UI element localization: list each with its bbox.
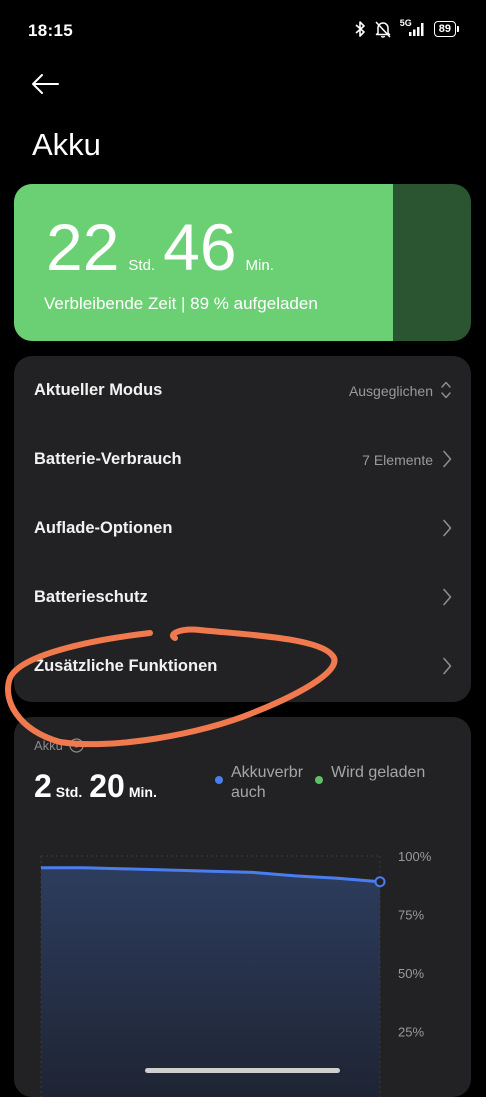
chevron-right-icon [443, 519, 452, 537]
battery-level-chart: 100% 75% 50% 25% [40, 849, 432, 1097]
current-level-point [374, 876, 386, 888]
remaining-hours: 22 [46, 210, 120, 284]
page-title: Akku [32, 127, 101, 162]
y-tick-label: 75% [398, 908, 424, 923]
series-area [41, 867, 380, 1097]
bell-muted-icon [375, 21, 391, 38]
remaining-minutes: 46 [163, 210, 237, 284]
battery-usage-card: Akku 2 Std. 20 Min. Akkuverbr auch Wird … [14, 717, 471, 1097]
row-label: Batterie-Verbrauch [34, 450, 182, 468]
row-value: Ausgeglichen [348, 382, 433, 399]
hours-unit: Std. [128, 257, 156, 274]
back-button[interactable] [30, 66, 70, 102]
status-icons: 5G 89 [354, 18, 460, 38]
gesture-bar[interactable] [145, 1068, 340, 1073]
row-label: Zusätzliche Funktionen [34, 657, 218, 675]
signal-icon: 5G [400, 18, 426, 38]
chevron-up-down-icon [441, 381, 451, 399]
minutes-unit: Min. [245, 257, 274, 274]
settings-row-battery-protection[interactable]: Batterieschutz [14, 563, 471, 632]
settings-row-current-mode[interactable]: Aktueller Modus Ausgeglichen [14, 356, 471, 425]
y-tick-label: 25% [398, 1025, 424, 1040]
status-bar: 18:15 5G 89 [0, 0, 486, 62]
y-tick-label: 50% [398, 966, 424, 981]
settings-row-charging-options[interactable]: Auflade-Optionen [14, 494, 471, 563]
row-label: Batterieschutz [34, 588, 148, 606]
bluetooth-icon [355, 21, 365, 37]
chevron-right-icon [443, 450, 452, 468]
chevron-right-icon [443, 588, 452, 606]
battery-settings-list: Aktueller Modus Ausgeglichen Batterie-Ve… [14, 356, 471, 702]
row-value: 7 Elemente [362, 451, 433, 468]
settings-row-additional-features[interactable]: Zusätzliche Funktionen [14, 632, 471, 701]
settings-row-battery-usage[interactable]: Batterie-Verbrauch 7 Elemente [14, 425, 471, 494]
row-label: Auflade-Optionen [34, 519, 173, 537]
y-tick-label: 100% [398, 849, 432, 864]
arrow-left-icon [32, 74, 59, 94]
remaining-subtitle: Verbleibende Zeit | 89 % aufgeladen [44, 294, 318, 313]
battery-icon: 89 [433, 21, 460, 37]
status-time: 18:15 [28, 21, 73, 40]
chevron-right-icon [443, 657, 452, 675]
remaining-time: 22 Std. 46 Min. [46, 214, 282, 280]
battery-level: 89 [438, 23, 451, 35]
row-label: Aktueller Modus [34, 381, 163, 399]
battery-remaining-card: 22 Std. 46 Min. Verbleibende Zeit | 89 %… [14, 184, 471, 341]
